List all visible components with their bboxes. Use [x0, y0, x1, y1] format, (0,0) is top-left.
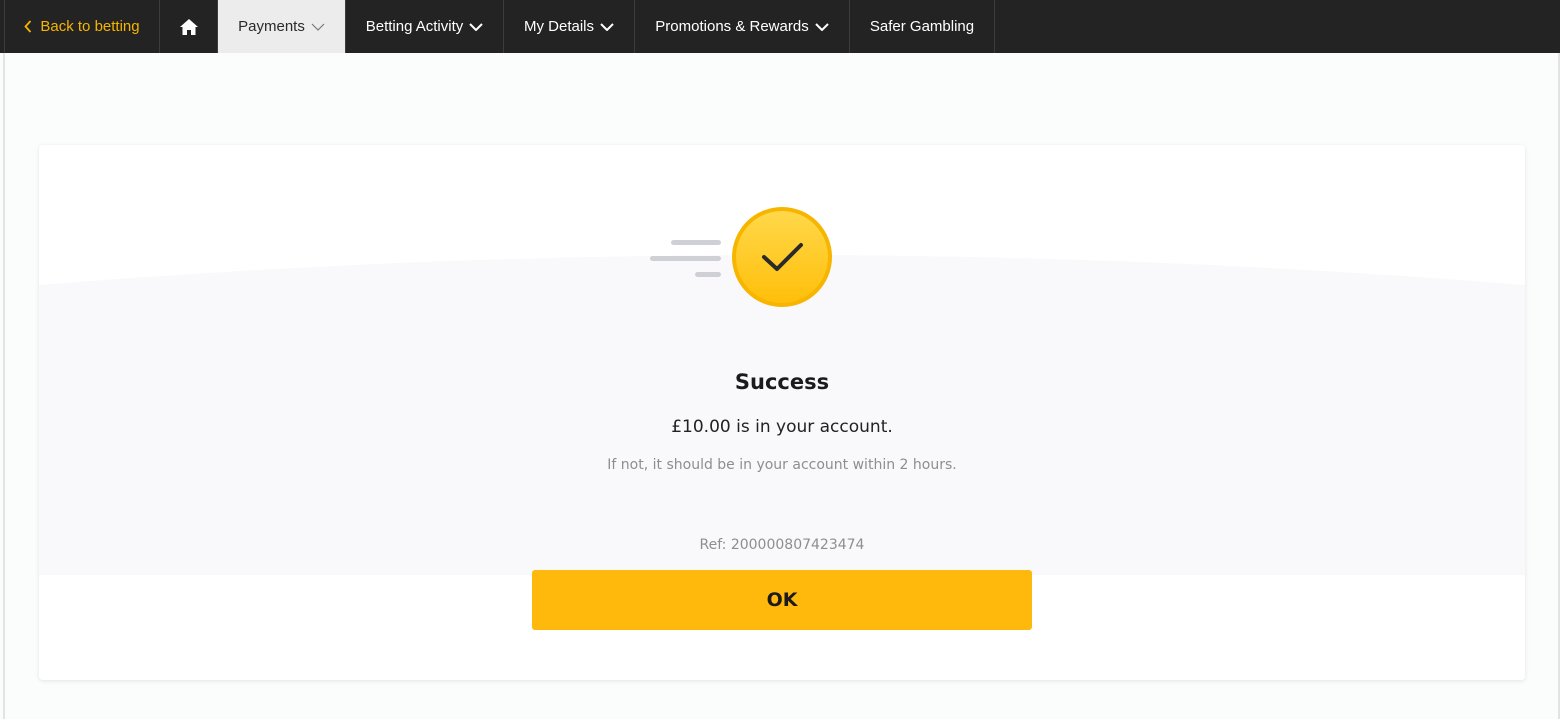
back-to-betting-link[interactable]: Back to betting [4, 0, 160, 53]
transaction-reference: Ref: 200000807423474 [699, 537, 865, 553]
back-to-betting-label: Back to betting [40, 18, 140, 35]
success-title: Success [734, 370, 830, 394]
nav-tab-my-details[interactable]: My Details [504, 0, 635, 53]
nav-tab-promotions-rewards[interactable]: Promotions & Rewards [635, 0, 850, 53]
ok-button[interactable]: OK [532, 570, 1032, 630]
nav-tab-promotions-rewards-label: Promotions & Rewards [655, 18, 809, 35]
deposit-amount-message: £10.00 is in your account. [671, 417, 893, 437]
nav-tab-betting-activity-label: Betting Activity [365, 18, 464, 35]
chevron-down-icon [469, 22, 483, 31]
home-button[interactable] [160, 0, 218, 53]
nav-tab-payments-label: Payments [238, 18, 305, 35]
nav-tab-safer-gambling-label: Safer Gambling [869, 18, 975, 35]
success-card: Success £10.00 is in your account. If no… [39, 145, 1525, 680]
chevron-down-icon [600, 22, 614, 31]
nav-tab-safer-gambling[interactable]: Safer Gambling [850, 0, 995, 53]
chevron-down-icon [814, 22, 829, 31]
chevron-left-icon [24, 20, 32, 33]
nav-tab-betting-activity[interactable]: Betting Activity [346, 0, 504, 53]
nav-tab-my-details-label: My Details [523, 18, 594, 35]
page-left-border [3, 53, 5, 719]
nav-tab-payments[interactable]: Payments [218, 0, 346, 53]
top-navigation: Back to betting Payments Betting Activit… [0, 0, 1560, 53]
processing-note: If not, it should be in your account wit… [607, 457, 957, 473]
chevron-down-icon [311, 23, 325, 31]
check-circle-icon [646, 205, 836, 309]
home-icon [179, 18, 199, 36]
